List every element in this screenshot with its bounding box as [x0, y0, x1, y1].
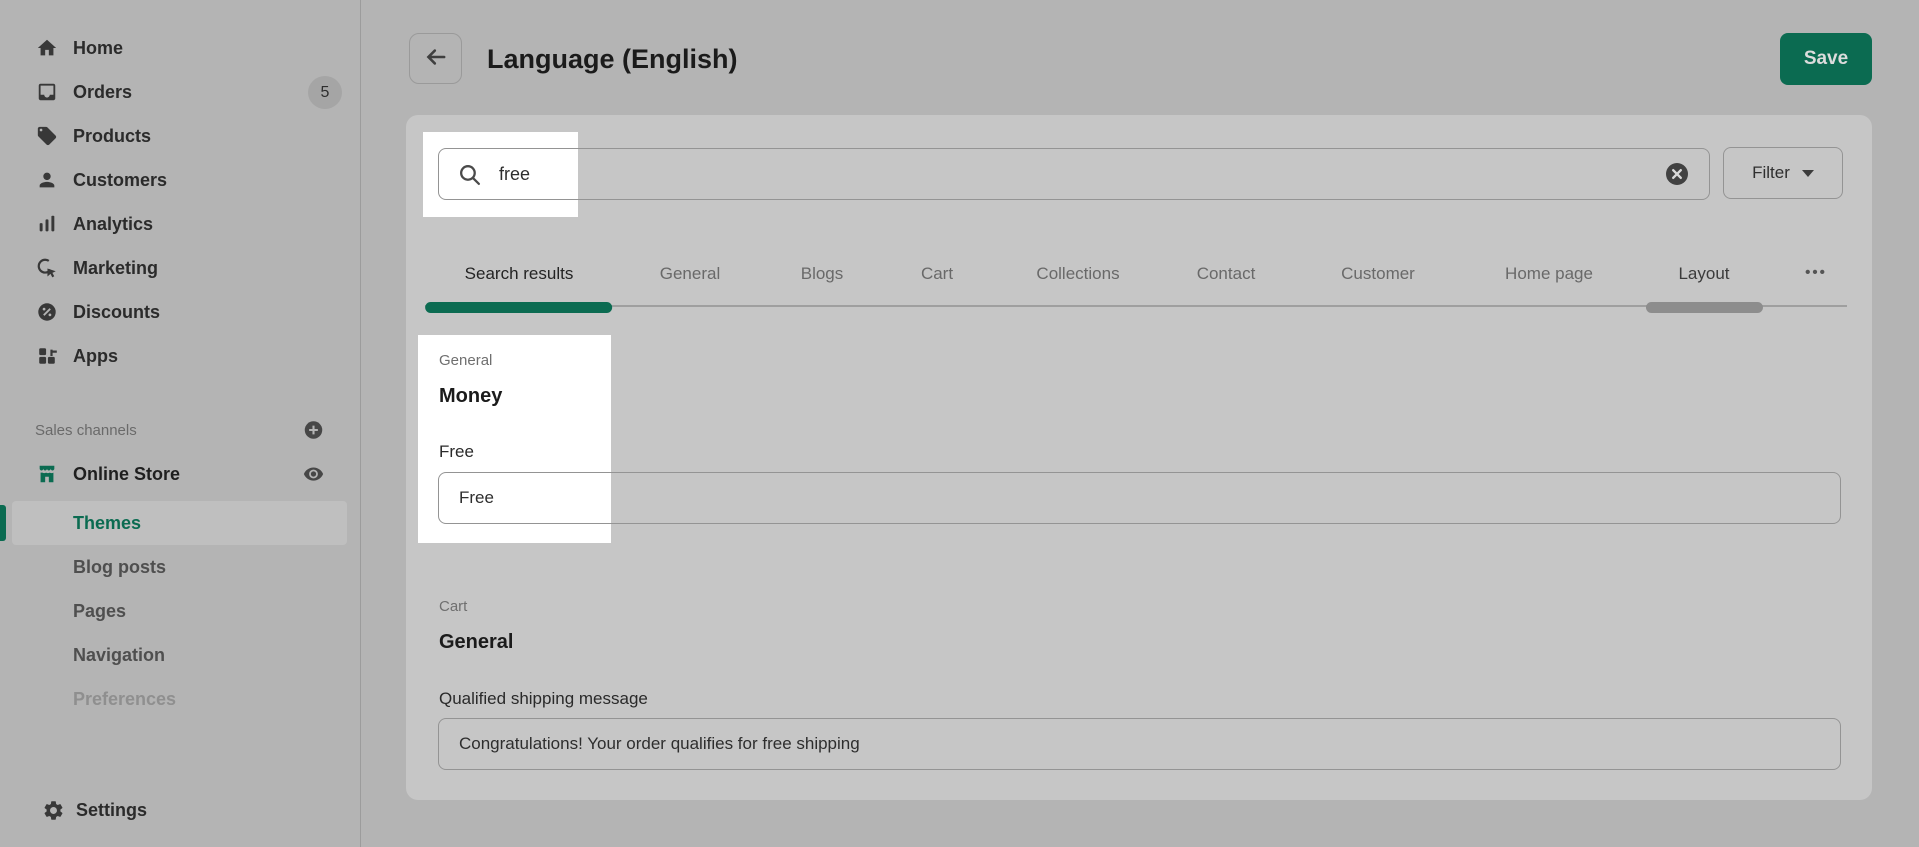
sidebar-item-pages[interactable]: Pages	[0, 589, 360, 633]
add-channel-icon[interactable]	[303, 420, 324, 441]
back-arrow-icon	[422, 43, 450, 74]
sidebar-item-settings[interactable]: Settings	[0, 788, 360, 832]
orders-count-badge: 5	[308, 76, 342, 109]
tab-search-results[interactable]: Search results	[465, 264, 574, 284]
selected-row-highlight	[12, 501, 347, 545]
sidebar-item-customers[interactable]: Customers	[0, 158, 360, 202]
app-window: Home Orders 5 Products Customers	[0, 0, 1919, 847]
page-title: Language (English)	[487, 44, 738, 75]
tab-home-page[interactable]: Home page	[1505, 264, 1593, 284]
clear-x-icon	[1665, 174, 1689, 189]
sidebar-subitem-label: Preferences	[73, 689, 176, 710]
sidebar-item-products[interactable]: Products	[0, 114, 360, 158]
filter-button[interactable]: Filter	[1723, 147, 1843, 199]
apps-grid-icon	[36, 345, 58, 367]
hovered-tab-underline	[1645, 302, 1762, 313]
orders-icon	[36, 81, 58, 103]
target-cursor-icon	[36, 257, 58, 279]
search-input[interactable]	[438, 148, 1710, 200]
sidebar-item-apps[interactable]: Apps	[0, 334, 360, 378]
sidebar-item-orders[interactable]: Orders 5	[0, 70, 360, 114]
home-icon	[36, 37, 58, 59]
sidebar: Home Orders 5 Products Customers	[0, 0, 361, 847]
sidebar-subitem-label: Pages	[73, 601, 126, 622]
person-icon	[36, 169, 58, 191]
search-field	[438, 148, 1710, 200]
sidebar-subitem-label: Blog posts	[73, 557, 166, 578]
sidebar-item-preferences[interactable]: Preferences	[0, 677, 360, 721]
sidebar-item-label: Customers	[73, 170, 167, 191]
online-store-label: Online Store	[73, 464, 180, 485]
back-button[interactable]	[409, 33, 462, 84]
sidebar-item-label: Analytics	[73, 214, 153, 235]
sidebar-item-marketing[interactable]: Marketing	[0, 246, 360, 290]
sidebar-item-online-store[interactable]: Online Store	[0, 452, 360, 496]
section-heading: Money	[439, 385, 502, 408]
active-tab-underline	[425, 302, 612, 313]
sidebar-item-label: Apps	[73, 346, 118, 367]
section-heading: General	[439, 631, 513, 654]
tab-blogs[interactable]: Blogs	[801, 264, 844, 284]
tag-icon	[36, 125, 58, 147]
tab-bar: Search results General Blogs Cart Collec…	[406, 255, 1872, 313]
sidebar-item-label: Discounts	[73, 302, 160, 323]
sidebar-item-themes[interactable]: Themes	[0, 501, 360, 545]
sidebar-subitem-label: Themes	[73, 513, 141, 534]
category-label: Cart	[439, 598, 467, 615]
tab-overflow-ellipsis[interactable]: •••	[1805, 264, 1827, 281]
tab-cart[interactable]: Cart	[921, 264, 953, 284]
tab-divider	[425, 305, 1847, 307]
sidebar-item-navigation[interactable]: Navigation	[0, 633, 360, 677]
main-content: Language (English) Save Filter	[361, 0, 1919, 847]
sidebar-item-discounts[interactable]: Discounts	[0, 290, 360, 334]
sidebar-item-analytics[interactable]: Analytics	[0, 202, 360, 246]
field-label: Free	[439, 442, 474, 462]
view-store-eye-icon[interactable]	[303, 464, 324, 485]
sidebar-item-label: Orders	[73, 82, 132, 103]
field-label: Qualified shipping message	[439, 689, 648, 709]
sidebar-item-blog-posts[interactable]: Blog posts	[0, 545, 360, 589]
discount-percent-icon	[36, 301, 58, 323]
save-button[interactable]: Save	[1780, 33, 1872, 85]
filter-label: Filter	[1752, 163, 1790, 183]
caret-down-icon	[1802, 170, 1814, 177]
selected-indicator-bar	[0, 505, 6, 541]
sidebar-nav: Home Orders 5 Products Customers	[0, 26, 360, 721]
clear-search-button[interactable]	[1665, 162, 1689, 186]
free-translation-input[interactable]	[438, 472, 1841, 524]
sidebar-item-home[interactable]: Home	[0, 26, 360, 70]
bar-chart-icon	[36, 213, 58, 235]
shipping-message-input[interactable]	[438, 718, 1841, 770]
sales-channels-label: Sales channels	[35, 422, 137, 439]
sidebar-item-label: Marketing	[73, 258, 158, 279]
tab-general[interactable]: General	[660, 264, 720, 284]
sidebar-item-label: Home	[73, 38, 123, 59]
sales-channels-header: Sales channels	[0, 408, 360, 452]
category-label: General	[439, 352, 492, 369]
tab-collections[interactable]: Collections	[1036, 264, 1119, 284]
gear-icon	[42, 799, 65, 822]
tab-layout[interactable]: Layout	[1678, 264, 1729, 284]
sidebar-subitem-label: Navigation	[73, 645, 165, 666]
settings-label: Settings	[76, 800, 147, 821]
sidebar-item-label: Products	[73, 126, 151, 147]
tab-customer[interactable]: Customer	[1341, 264, 1415, 284]
tab-contact[interactable]: Contact	[1197, 264, 1256, 284]
translations-card: Filter Search results General Blogs Cart…	[406, 115, 1872, 800]
storefront-icon	[36, 463, 58, 485]
